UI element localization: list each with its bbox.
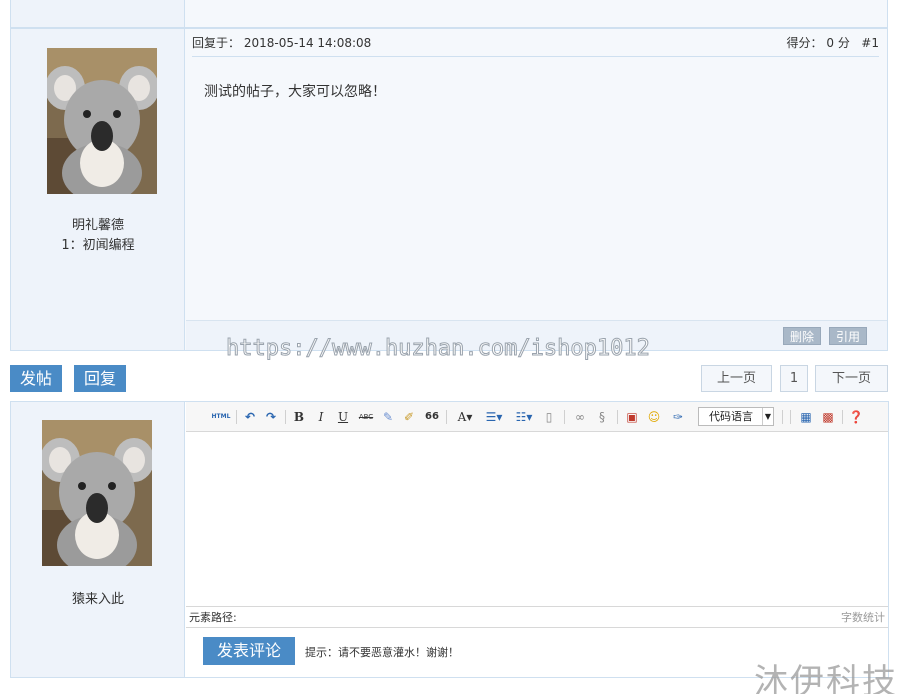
emoticon-icon[interactable]: ☺	[646, 409, 662, 425]
toolbar-separator	[782, 410, 783, 424]
font-color-icon[interactable]: A▾	[454, 409, 476, 425]
strikethrough-icon[interactable]: ABC	[356, 409, 376, 425]
post-user-column: 明礼馨德 1：初闻编程	[11, 29, 185, 350]
underline-icon[interactable]: U	[336, 409, 350, 425]
corner-watermark: 沐伊科技	[754, 662, 898, 694]
italic-icon[interactable]: I	[314, 409, 328, 425]
editor-toolbar: HTML ↶ ↷ B I U ABC ✎ ✐ 66 A▾ ☰▾ ☷▾ ▯ ∞ §…	[186, 402, 888, 432]
current-username[interactable]: 猿来入此	[11, 588, 185, 607]
reply-time: 2018-05-14 14:08:08	[243, 36, 372, 50]
next-page-button[interactable]: 下一页	[815, 365, 888, 392]
toolbar-separator	[617, 410, 618, 424]
toolbar-separator	[285, 410, 286, 424]
code-language-label: 代码语言	[709, 410, 753, 423]
score-label: 得分：	[786, 36, 823, 50]
bold-icon[interactable]: B	[292, 409, 306, 425]
reply-post: 明礼馨德 1：初闻编程 回复于： 2018-05-14 14:08:08 得分：…	[10, 28, 888, 351]
unlink-icon[interactable]: §	[594, 409, 610, 425]
help-icon[interactable]: ❓	[848, 409, 864, 425]
editor-user-column: 猿来入此	[11, 402, 185, 677]
word-count: 字数统计	[841, 611, 885, 624]
post-body: 回复于： 2018-05-14 14:08:08 得分： 0 分 #1 测试的帖…	[186, 29, 887, 350]
avatar[interactable]	[47, 48, 157, 194]
blockquote-icon[interactable]: 66	[424, 409, 440, 425]
image-icon[interactable]: ▣	[624, 409, 640, 425]
unordered-list-icon[interactable]: ☷▾	[512, 409, 536, 425]
post-content: 测试的帖子，大家可以忽略！	[204, 84, 386, 100]
undo-icon[interactable]: ↶	[242, 409, 258, 425]
toolbar-separator	[236, 410, 237, 424]
redo-icon[interactable]: ↷	[263, 409, 279, 425]
format-brush-icon[interactable]: ✐	[401, 409, 417, 425]
score: 得分： 0 分 #1	[787, 29, 879, 57]
element-path-label: 元素路径:	[189, 611, 237, 624]
current-user-avatar[interactable]	[42, 420, 152, 566]
font-color-label: A	[457, 410, 467, 424]
toolbar-separator	[564, 410, 565, 424]
delete-button[interactable]: 删除	[782, 327, 821, 345]
rich-text-editor: HTML ↶ ↷ B I U ABC ✎ ✐ 66 A▾ ☰▾ ☷▾ ▯ ∞ §…	[186, 402, 888, 677]
editor-input-area[interactable]	[186, 433, 888, 606]
user-level: 1：初闻编程	[61, 238, 135, 253]
score-value: 0 分	[826, 36, 850, 50]
post-header: 回复于： 2018-05-14 14:08:08 得分： 0 分 #1	[192, 29, 879, 57]
ordered-list-icon[interactable]: ☰▾	[482, 409, 506, 425]
new-post-button[interactable]: 发帖	[10, 365, 63, 392]
previous-post-user-column	[11, 0, 185, 27]
attachment-icon[interactable]: ✑	[670, 409, 686, 425]
page-break-icon[interactable]: ▯	[542, 409, 556, 425]
floor-number: #1	[861, 36, 879, 50]
watermark-url: https://www.huzhan.com/ishop1012	[226, 336, 651, 362]
toolbar-separator	[790, 410, 791, 424]
reply-editor-panel: 猿来入此 HTML ↶ ↷ B I U ABC ✎ ✐ 66 A▾ ☰▾ ☷▾ …	[10, 401, 889, 678]
username[interactable]: 明礼馨德	[11, 214, 185, 233]
code-language-select[interactable]: 代码语言 ▼	[698, 407, 774, 426]
posting-hint: 提示：请不要恶意灌水！谢谢！	[305, 646, 459, 659]
element-path-bar: 元素路径: 字数统计	[186, 606, 888, 628]
eraser-icon[interactable]: ✎	[380, 409, 396, 425]
link-icon[interactable]: ∞	[572, 409, 588, 425]
toolbar-separator	[842, 410, 843, 424]
table-icon[interactable]: ▦	[798, 409, 814, 425]
page-number[interactable]: 1	[780, 365, 808, 392]
submit-comment-button[interactable]: 发表评论	[203, 637, 296, 665]
html-source-icon[interactable]: HTML	[210, 409, 232, 425]
toolbar-separator	[446, 410, 447, 424]
previous-post	[10, 0, 888, 28]
reply-button[interactable]: 回复	[74, 365, 127, 392]
delete-table-icon[interactable]: ▩	[820, 409, 836, 425]
quote-button[interactable]: 引用	[828, 327, 867, 345]
reply-label: 回复于：	[192, 36, 241, 50]
prev-page-button[interactable]: 上一页	[701, 365, 772, 392]
chevron-down-icon: ▼	[762, 408, 773, 425]
